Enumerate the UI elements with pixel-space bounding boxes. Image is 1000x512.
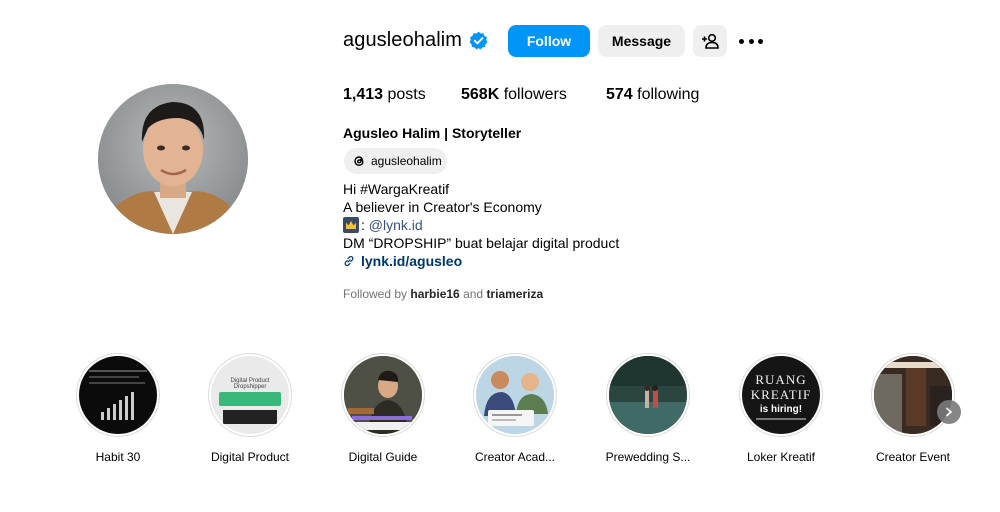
followed-by[interactable]: Followed by harbie16 and triameriza: [343, 287, 543, 301]
highlight-cover: [344, 356, 422, 434]
more-dots-icon: [739, 38, 744, 44]
highlight-cover: [874, 356, 952, 434]
highlight-creator-academy[interactable]: Creator Acad...: [473, 353, 557, 464]
highlight-label: Creator Event: [875, 450, 951, 464]
bio-line-3: : @lynk.id: [343, 216, 423, 234]
highlight-loker-kreatif[interactable]: RUANG KREATIF is hiring! Loker Kreatif: [739, 353, 823, 464]
message-button[interactable]: Message: [598, 25, 685, 57]
highlight-label: Digital Product: [210, 450, 290, 464]
highlight-creator-event[interactable]: Creator Event: [871, 353, 955, 464]
follower-user-2[interactable]: triameriza: [486, 287, 543, 301]
bio-line-1: Hi #WargaKreatif: [343, 181, 450, 197]
suggested-accounts-button[interactable]: [693, 25, 727, 57]
highlight-digital-product[interactable]: Digital Product Dropshipper Digital Prod…: [208, 353, 292, 464]
link-icon: [344, 255, 354, 267]
profile-username: agusleohalim: [343, 29, 463, 51]
highlight-label: Creator Acad...: [474, 450, 556, 464]
followers-count[interactable]: 568K followers: [461, 86, 567, 104]
posts-count: 1,413 posts: [343, 86, 426, 103]
highlight-label: Habit 30: [95, 450, 141, 464]
highlights-next-button[interactable]: [937, 400, 961, 424]
mention-link[interactable]: @lynk.id: [369, 216, 423, 234]
crown-emoji-icon: [343, 217, 359, 233]
highlight-cover: [476, 356, 554, 434]
more-options-button[interactable]: [739, 33, 763, 49]
highlight-cover-text: is hiring!: [759, 404, 803, 415]
highlight-label: Digital Guide: [348, 450, 418, 464]
highlight-habit-30[interactable]: Habit 30: [76, 353, 160, 464]
external-link-text[interactable]: lynk.id/agusleo: [361, 252, 462, 270]
highlight-label: Loker Kreatif: [746, 450, 816, 464]
highlight-cover: Digital Product Dropshipper: [211, 356, 289, 434]
bio-line-2: A believer in Creator's Economy: [343, 199, 542, 215]
profile-full-name: Agusleo Halim | Storyteller: [343, 125, 522, 141]
add-person-icon: [702, 33, 719, 49]
chevron-right-icon: [946, 407, 952, 417]
highlight-cover-text: KREATIF: [750, 387, 812, 402]
verified-badge-icon: [469, 31, 488, 50]
threads-icon: [354, 156, 364, 166]
highlight-cover: RUANG KREATIF is hiring!: [742, 356, 820, 434]
threads-handle: agusleohalim: [371, 154, 442, 168]
highlight-cover-text: Digital Product Dropshipper: [230, 378, 270, 390]
following-count[interactable]: 574 following: [606, 86, 699, 104]
bio-external-link[interactable]: lynk.id/agusleo: [343, 252, 462, 270]
highlight-prewedding[interactable]: Prewedding S...: [606, 353, 690, 464]
highlight-label: Prewedding S...: [605, 450, 691, 464]
highlight-digital-guide[interactable]: Digital Guide: [341, 353, 425, 464]
avatar-photo: [98, 84, 248, 234]
follower-user-1[interactable]: harbie16: [410, 287, 459, 301]
follow-button[interactable]: Follow: [508, 25, 590, 57]
threads-badge[interactable]: agusleohalim: [344, 148, 447, 174]
profile-avatar[interactable]: [98, 84, 248, 234]
highlight-cover: [79, 356, 157, 434]
highlight-cover-text: RUANG: [755, 372, 807, 387]
highlight-cover: [609, 356, 687, 434]
bio-line-4: DM “DROPSHIP” buat belajar digital produ…: [343, 235, 620, 251]
